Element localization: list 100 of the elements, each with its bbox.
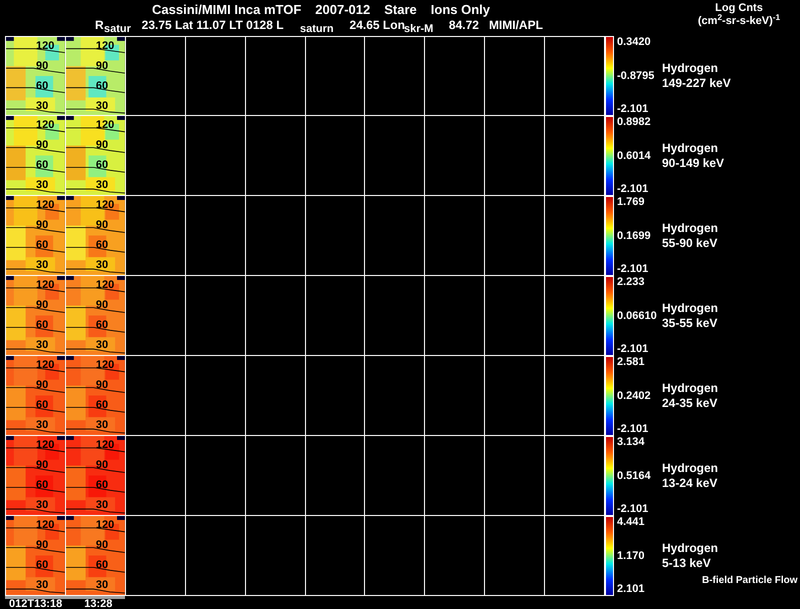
contour-label: 30 <box>96 579 108 591</box>
scale-min: 2.101 <box>617 584 645 595</box>
contour-label: 120 <box>96 199 114 211</box>
species-label: Hydrogen <box>662 381 720 396</box>
orbit-info: 23.75 Lat 11.07 LT 0128 L <box>142 18 284 33</box>
units-label: (cm$^{2}$-sr-s-keV)$^{-1}$ <box>698 15 780 28</box>
scale-mid: 1.170 <box>617 550 645 562</box>
species-label: Hydrogen <box>662 221 720 236</box>
species-label: Hydrogen <box>662 461 720 476</box>
plot-title: Ions Only <box>430 1 490 18</box>
species-label: Hydrogen <box>662 301 720 316</box>
plot-title: Stare <box>384 1 417 18</box>
contour-label: 60 <box>36 159 48 171</box>
time-label: 012T13:18 <box>9 599 62 609</box>
species-label: Hydrogen <box>662 141 720 156</box>
contour-label: 60 <box>36 479 48 491</box>
overlay-label: satur <box>104 23 131 35</box>
contour-label: 120 <box>36 199 54 211</box>
scale-min: -2.101 <box>617 424 648 435</box>
scale-min: -2.101 <box>617 344 648 355</box>
contour-label: 120 <box>36 119 54 131</box>
contour-label: 30 <box>96 419 108 431</box>
contour-label: 90 <box>36 139 48 151</box>
contour-label: 60 <box>36 80 48 92</box>
contour-label: 60 <box>96 559 108 571</box>
contour-label: 90 <box>36 219 48 231</box>
scale-mid: 0.2402 <box>617 390 651 402</box>
contour-label: 30 <box>96 100 108 112</box>
scale-mid: 0.06610 <box>617 310 657 322</box>
contour-label: 120 <box>96 40 114 52</box>
contour-label: 30 <box>96 499 108 511</box>
contour-label: 90 <box>96 459 108 471</box>
contour-label: 60 <box>96 239 108 251</box>
contour-label: 120 <box>36 439 54 451</box>
time-label: 13:28 <box>84 599 112 609</box>
contour-label: 90 <box>96 379 108 391</box>
energy-range: 5-13 keV <box>662 556 712 571</box>
scale-max: 3.134 <box>617 437 645 448</box>
contour-label: 120 <box>36 519 54 531</box>
contour-label: 90 <box>96 299 108 311</box>
scale-max: 0.3420 <box>617 37 651 48</box>
contour-label: 30 <box>36 179 48 191</box>
footnote: B-field Particle Flow <box>702 575 798 586</box>
contour-label: 120 <box>36 40 54 52</box>
contour-label: 60 <box>36 319 48 331</box>
scale-mid: 0.6014 <box>617 150 651 162</box>
orbit-info: R <box>95 18 104 33</box>
overlay-label: saturn <box>300 23 334 35</box>
energy-range: 13-24 keV <box>662 476 718 491</box>
contour-label: 90 <box>96 60 108 72</box>
species-label: Hydrogen <box>662 541 720 556</box>
scale-min: -2.101 <box>617 184 648 195</box>
contour-label: 90 <box>96 219 108 231</box>
orbit-info: 84.72 <box>448 18 479 33</box>
contour-label: 60 <box>96 159 108 171</box>
contour-label: 120 <box>36 279 54 291</box>
contour-label: 30 <box>36 259 48 271</box>
contour-label: 120 <box>96 519 114 531</box>
contour-label: 90 <box>36 459 48 471</box>
contour-label: 120 <box>96 119 114 131</box>
contour-label: 60 <box>96 80 108 92</box>
overlay-label: skr-M <box>404 23 434 35</box>
scale-mid: 0.5164 <box>617 470 651 482</box>
scale-max: 4.441 <box>617 517 645 528</box>
units-title: Log Cnts <box>715 2 763 14</box>
scale-min: -2.101 <box>617 104 648 115</box>
contour-label: 30 <box>36 579 48 591</box>
energy-range: 55-90 keV <box>662 236 718 251</box>
orbit-info: MIMI/APL <box>488 18 543 33</box>
contour-label: 120 <box>96 439 114 451</box>
species-label: Hydrogen <box>662 61 720 76</box>
plot-title: 2007-012 <box>315 1 370 18</box>
contour-label: 90 <box>36 60 48 72</box>
orbit-info: 24.65 Lon <box>350 18 405 32</box>
contour-label: 90 <box>36 379 48 391</box>
contour-label: 60 <box>96 479 108 491</box>
scale-mid: -0.8795 <box>617 70 654 82</box>
energy-range: 24-35 keV <box>662 396 718 411</box>
contour-label: 30 <box>36 499 48 511</box>
energy-range: 35-55 keV <box>662 316 718 331</box>
scale-min: -2.101 <box>617 264 648 275</box>
contour-label: 120 <box>96 279 114 291</box>
contour-label: 60 <box>96 399 108 411</box>
contour-label: 30 <box>96 339 108 351</box>
contour-label: 30 <box>36 419 48 431</box>
scale-max: 2.233 <box>617 277 645 288</box>
contour-label: 90 <box>96 139 108 151</box>
contour-label: 30 <box>96 259 108 271</box>
scale-mid: 0.1699 <box>617 230 651 242</box>
contour-label: 30 <box>96 179 108 191</box>
energy-range: 90-149 keV <box>662 156 726 171</box>
contour-label: 30 <box>36 100 48 112</box>
scale-min: -2.101 <box>617 504 648 515</box>
contour-label: 120 <box>96 359 114 371</box>
contour-label: 30 <box>36 339 48 351</box>
contour-label: 90 <box>96 539 108 551</box>
contour-label: 120 <box>36 359 54 371</box>
scale-max: 2.581 <box>617 357 645 368</box>
energy-range: 149-227 keV <box>662 76 732 91</box>
scale-max: 0.8982 <box>617 117 651 128</box>
